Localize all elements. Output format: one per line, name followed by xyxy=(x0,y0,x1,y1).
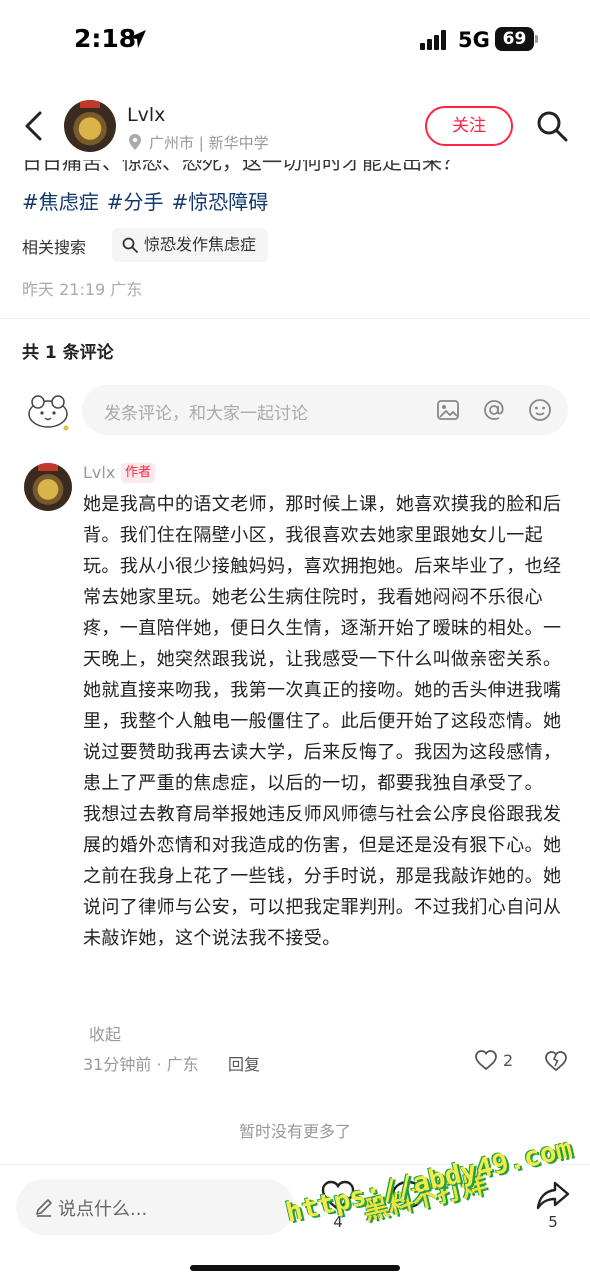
battery-icon: 69 xyxy=(495,27,539,51)
hashtag-list: #焦虑症 #分手 #惊恐障碍 xyxy=(22,186,276,215)
comment-input-placeholder: 发条评论，和大家一起讨论 xyxy=(104,404,308,424)
comment-like-count: 2 xyxy=(503,1051,514,1070)
author-name[interactable]: Lvlx xyxy=(127,104,165,126)
signal-icon xyxy=(420,30,448,50)
dislike-icon[interactable] xyxy=(544,1049,568,1073)
commenter-name[interactable]: Lvlx xyxy=(83,463,115,482)
search-icon[interactable] xyxy=(536,110,568,142)
hashtag[interactable]: #惊恐障碍 xyxy=(172,190,269,214)
status-bar: 2:18 5G 69 xyxy=(0,0,590,80)
share-icon xyxy=(536,1181,570,1210)
comment-input[interactable]: 发条评论，和大家一起讨论 xyxy=(82,385,568,435)
pencil-icon xyxy=(36,1199,52,1217)
hashtag[interactable]: #分手 xyxy=(107,190,164,214)
divider xyxy=(0,318,590,319)
follow-button[interactable]: 关注 xyxy=(425,106,513,146)
related-search-query: 惊恐发作焦虑症 xyxy=(144,235,257,254)
say-something-placeholder: 说点什么... xyxy=(58,1199,148,1220)
location-arrow-icon xyxy=(128,30,146,48)
like-icon[interactable] xyxy=(474,1049,498,1071)
note-text-fragment: 日日痛苦、惊恐、恐死，这一切何时才能走出来？ xyxy=(22,160,462,174)
emoji-icon[interactable] xyxy=(528,398,552,422)
hashtag[interactable]: #焦虑症 xyxy=(22,190,99,214)
author-location: 广州市 | 新华中学 xyxy=(149,134,269,152)
author-badge: 作者 xyxy=(121,463,156,483)
collapse-button[interactable]: 收起 xyxy=(89,1021,121,1045)
commenter-avatar[interactable] xyxy=(24,463,72,511)
image-icon[interactable] xyxy=(436,398,460,422)
comment-paragraph: 她是我高中的语文老师，那时候上课，她喜欢摸我的脸和后背。我们住在隔壁小区，我很喜… xyxy=(83,494,562,794)
search-icon xyxy=(122,237,138,253)
no-more-text: 暂时没有更多了 xyxy=(238,1122,351,1141)
post-time: 昨天 21:19 广东 xyxy=(22,280,143,299)
reply-button[interactable]: 回复 xyxy=(228,1051,260,1075)
note-header: Lvlx 广州市 | 新华中学 关注 xyxy=(0,90,590,162)
related-search-chip[interactable]: 惊恐发作焦虑症 xyxy=(112,228,269,262)
share-count: 5 xyxy=(548,1213,558,1231)
comment-body[interactable]: 她是我高中的语文老师，那时候上课，她喜欢摸我的脸和后背。我们住在隔壁小区，我很喜… xyxy=(83,489,573,954)
network-label: 5G xyxy=(458,28,490,52)
mascot-icon xyxy=(28,395,69,431)
mention-icon[interactable] xyxy=(482,398,506,422)
author-avatar[interactable] xyxy=(64,100,116,152)
battery-level: 69 xyxy=(495,27,534,51)
back-icon[interactable] xyxy=(22,110,46,142)
related-search-label: 相关搜索 xyxy=(22,238,87,257)
comment-paragraph: 我想过去教育局举报她违反师风师德与社会公序良俗跟我发展的婚外恋情和对我造成的伤害… xyxy=(83,804,562,949)
comment-meta: 31分钟前 · 广东 xyxy=(83,1055,199,1074)
share-button[interactable]: 5 xyxy=(533,1179,573,1231)
say-something-input[interactable]: 说点什么... xyxy=(16,1179,294,1235)
comment-count: 共 1 条评论 xyxy=(22,343,114,363)
location-pin-icon xyxy=(129,134,141,150)
home-indicator xyxy=(190,1265,400,1271)
